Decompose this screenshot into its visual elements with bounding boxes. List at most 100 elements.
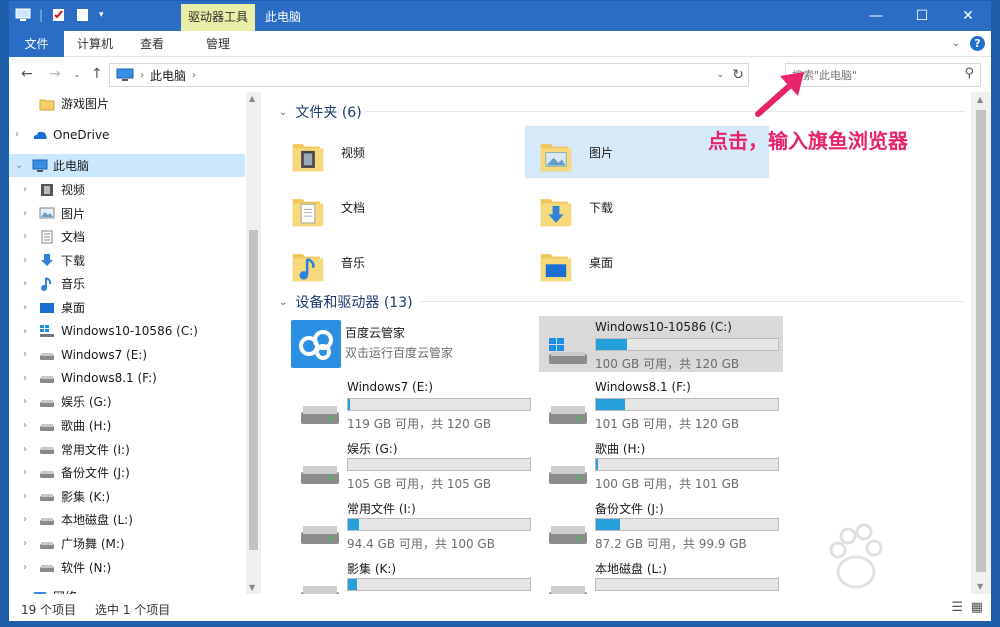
drive-tile[interactable]: Windows10-10586 (C:) 100 GB 可用，共 120 GB — [539, 316, 783, 372]
expand-chevron-icon[interactable]: › — [23, 278, 33, 289]
expand-chevron-icon[interactable]: › — [23, 326, 33, 337]
navigation-pane-scrollbar[interactable]: ▲ ▼ — [246, 92, 261, 594]
drive-tile[interactable]: 常用文件 (I:) 94.4 GB 可用，共 100 GB — [291, 496, 535, 552]
group-header-drives[interactable]: ⌄ 设备和驱动器 (13) — [279, 292, 413, 312]
drive-tile[interactable]: 本地磁盘 (L:)99.9 GB 可用，共 99.9 GB — [539, 556, 783, 594]
expand-chevron-icon[interactable]: › — [15, 129, 25, 140]
sidebar-item[interactable]: › 桌面 — [9, 296, 245, 319]
expand-chevron-icon[interactable]: › — [23, 373, 33, 384]
drive-tile[interactable]: 备份文件 (J:) 87.2 GB 可用，共 99.9 GB — [539, 496, 783, 552]
drive-tile[interactable]: Windows8.1 (F:) 101 GB 可用，共 120 GB — [539, 376, 783, 432]
sidebar-item[interactable]: › 视频 — [9, 178, 245, 201]
expand-chevron-icon[interactable]: › — [23, 467, 33, 478]
tab-computer[interactable]: 计算机 — [65, 31, 125, 57]
folder-tile[interactable]: 桌面 — [525, 236, 769, 288]
folder-name: 视频 — [341, 146, 366, 160]
folder-tile[interactable]: 音乐 — [277, 236, 521, 288]
drive-tile[interactable]: 歌曲 (H:) 100 GB 可用，共 101 GB — [539, 436, 783, 492]
sidebar-item[interactable]: › Windows10-10586 (C:) — [9, 320, 245, 343]
drive-tile[interactable]: 影集 (K:)94.9 GB 可用，共 100 GB — [291, 556, 535, 594]
expand-chevron-icon[interactable]: › — [23, 349, 33, 360]
search-input[interactable] — [792, 68, 952, 82]
app-tile-baidu[interactable]: 百度云管家 双击运行百度云管家 — [291, 316, 535, 372]
scroll-up-icon[interactable]: ▲ — [249, 94, 255, 103]
scrollbar-thumb[interactable] — [976, 110, 986, 572]
expand-chevron-icon[interactable]: › — [23, 562, 33, 573]
sidebar-item[interactable]: › OneDrive — [9, 123, 245, 146]
expand-chevron-icon[interactable]: › — [23, 420, 33, 431]
address-bar[interactable]: › 此电脑 › ⌄ ↻ — [109, 63, 749, 87]
sidebar-item[interactable]: › Windows7 (E:) — [9, 343, 245, 366]
content-scrollbar[interactable]: ▲ ▼ — [971, 92, 991, 594]
folder-tile[interactable]: 文档 — [277, 181, 521, 233]
sidebar-item[interactable]: › 图片 — [9, 202, 245, 225]
expand-chevron-icon[interactable]: › — [23, 396, 33, 407]
breadcrumb-this-pc[interactable]: 此电脑 — [150, 67, 186, 84]
drive-tile[interactable]: Windows7 (E:) 119 GB 可用，共 120 GB — [291, 376, 535, 432]
tab-view[interactable]: 查看 — [127, 31, 177, 57]
folder-tile[interactable]: 下载 — [525, 181, 769, 233]
collapse-chevron-icon[interactable]: ⌄ — [15, 160, 25, 171]
expand-chevron-icon[interactable]: › — [23, 444, 33, 455]
sidebar-item[interactable]: › 文档 — [9, 225, 245, 248]
tab-file[interactable]: 文件 — [9, 31, 64, 57]
tiles-view-icon[interactable]: ▦ — [971, 600, 983, 615]
help-icon[interactable]: ? — [970, 36, 985, 51]
expand-chevron-icon[interactable]: › — [23, 514, 33, 525]
sidebar-item[interactable]: › 网络 — [9, 585, 245, 594]
minimize-button[interactable]: — — [853, 1, 899, 31]
breadcrumb-chevron-icon[interactable]: › — [140, 70, 144, 81]
ribbon-expand-icon[interactable]: ⌄ — [952, 38, 960, 49]
computer-icon[interactable] — [15, 8, 31, 22]
qat-dropdown-icon[interactable]: ▾ — [99, 10, 104, 20]
tab-manage[interactable]: 管理 — [181, 31, 255, 57]
context-tab-drive-tools[interactable]: 驱动器工具 — [181, 4, 255, 31]
new-folder-icon[interactable] — [75, 8, 91, 22]
details-view-icon[interactable]: ☰ — [951, 600, 963, 615]
scroll-up-icon[interactable]: ▲ — [977, 95, 983, 104]
drive-icon — [39, 371, 55, 385]
up-arrow-icon[interactable]: ↑ — [91, 66, 103, 82]
folder-name: 音乐 — [341, 256, 366, 270]
sidebar-item[interactable]: › 娱乐 (G:) — [9, 390, 245, 413]
properties-icon[interactable] — [51, 8, 67, 22]
collapse-chevron-icon[interactable]: ⌄ — [279, 107, 287, 118]
sidebar-item[interactable]: › 影集 (K:) — [9, 485, 245, 508]
sidebar-item[interactable]: › 软件 (N:) — [9, 556, 245, 579]
sidebar-item[interactable]: ⌄ 此电脑 — [9, 154, 245, 177]
sidebar-item[interactable]: › 歌曲 (H:) — [9, 414, 245, 437]
expand-chevron-icon[interactable]: › — [23, 208, 33, 219]
sidebar-item[interactable]: › 常用文件 (I:) — [9, 438, 245, 461]
expand-chevron-icon[interactable]: › — [23, 538, 33, 549]
recent-dropdown-icon[interactable]: ⌄ — [73, 70, 81, 80]
address-dropdown-icon[interactable]: ⌄ — [716, 70, 724, 80]
forward-arrow-icon[interactable]: → — [49, 66, 61, 82]
group-header-folders[interactable]: ⌄ 文件夹 (6) — [279, 102, 362, 122]
expand-chevron-icon[interactable]: › — [23, 184, 33, 195]
expand-chevron-icon[interactable]: › — [23, 302, 33, 313]
search-icon[interactable]: ⚲ — [964, 66, 974, 81]
expand-chevron-icon[interactable]: › — [23, 491, 33, 502]
sidebar-item[interactable]: › 音乐 — [9, 272, 245, 295]
expand-chevron-icon[interactable]: › — [15, 591, 25, 594]
expand-chevron-icon[interactable]: › — [23, 231, 33, 242]
sidebar-item[interactable]: › 本地磁盘 (L:) — [9, 508, 245, 531]
scroll-down-icon[interactable]: ▼ — [249, 583, 255, 592]
scrollbar-thumb[interactable] — [249, 230, 258, 550]
breadcrumb-chevron-icon[interactable]: › — [192, 70, 196, 81]
expand-chevron-icon[interactable]: › — [23, 255, 33, 266]
sidebar-item-label: 常用文件 (I:) — [61, 442, 130, 457]
folder-tile[interactable]: 视频 — [277, 126, 521, 178]
sidebar-item[interactable]: › 广场舞 (M:) — [9, 532, 245, 555]
sidebar-item[interactable]: › Windows8.1 (F:) — [9, 367, 245, 390]
sidebar-item[interactable]: › 备份文件 (J:) — [9, 461, 245, 484]
drive-tile[interactable]: 娱乐 (G:) 105 GB 可用，共 105 GB — [291, 436, 535, 492]
collapse-chevron-icon[interactable]: ⌄ — [279, 297, 287, 308]
sidebar-item[interactable]: › 下载 — [9, 249, 245, 272]
maximize-button[interactable]: ☐ — [899, 1, 945, 31]
close-button[interactable]: ✕ — [945, 1, 991, 31]
sidebar-item[interactable]: 游戏图片 — [9, 92, 245, 115]
refresh-icon[interactable]: ↻ — [732, 67, 744, 83]
search-box[interactable]: ⚲ — [785, 63, 981, 87]
back-arrow-icon[interactable]: ← — [21, 66, 33, 82]
